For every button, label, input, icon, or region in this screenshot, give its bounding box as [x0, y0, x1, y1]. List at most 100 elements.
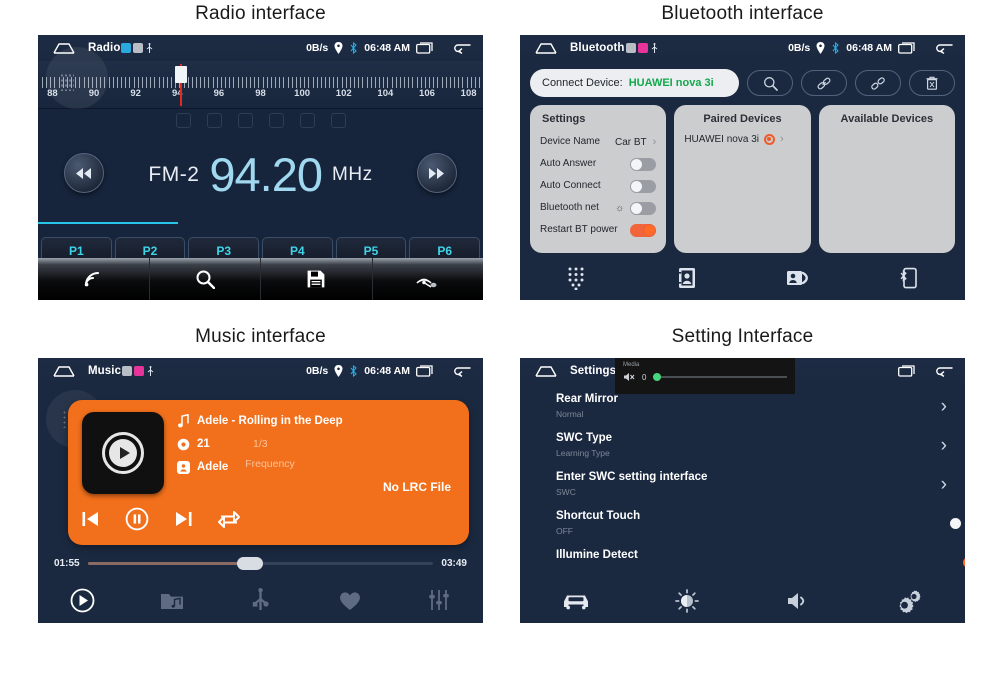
- music-folder-tab[interactable]: [127, 590, 216, 610]
- bt-setting-row[interactable]: Restart BT power: [540, 219, 657, 241]
- recents-icon[interactable]: [898, 365, 916, 377]
- dial-needle[interactable]: [174, 64, 187, 106]
- chevron-right-icon[interactable]: ›: [653, 136, 657, 148]
- dial-needle-knob[interactable]: [174, 66, 187, 83]
- toggle-knob: [644, 224, 656, 236]
- app-badge-cyan-icon: [121, 43, 132, 53]
- dial-tick: [416, 77, 418, 88]
- chevron-right-icon[interactable]: ›: [941, 396, 947, 418]
- dial-tick: [366, 77, 368, 88]
- recents-icon[interactable]: [416, 365, 434, 377]
- paired-device-item[interactable]: HUAWEI nova 3i ›: [684, 131, 800, 147]
- home-icon[interactable]: [534, 41, 558, 55]
- volume-mute-icon: [624, 373, 635, 381]
- connect-device-field[interactable]: Connect Device: HUAWEI nova 3i: [530, 69, 740, 97]
- preset-name: P5: [363, 244, 379, 258]
- bt-setting-toggle[interactable]: [630, 201, 657, 215]
- bluetooth-settings-card: Settings Device Name Car BT › Auto Answer Au…: [530, 105, 667, 253]
- bt-setting-toggle[interactable]: [630, 179, 657, 193]
- settings-row-title: Rear Mirror: [556, 393, 618, 405]
- dial-tick: [225, 77, 227, 88]
- radio-band-button[interactable]: [38, 258, 150, 300]
- dial-tick: [166, 77, 168, 88]
- music-play-tab[interactable]: [38, 588, 127, 613]
- settings-car-tab[interactable]: [520, 591, 631, 611]
- music-badge-icon: [134, 366, 145, 376]
- settings-gears-tab[interactable]: [854, 589, 965, 613]
- volume-slider-knob[interactable]: [653, 373, 662, 381]
- settings-row[interactable]: Shortcut Touch OFF: [520, 505, 965, 544]
- settings-screen: Settings Media 0 Rear Mirror Normal › SWC T…: [520, 358, 965, 623]
- dial-tick: [270, 77, 272, 88]
- seek-slider[interactable]: [87, 557, 434, 570]
- tune-up-button[interactable]: [417, 153, 457, 193]
- dial-tick: [162, 77, 164, 88]
- bt-setting-toggle[interactable]: [630, 223, 657, 237]
- dial-tick: [187, 77, 189, 88]
- settings-row-subtitle: SWC: [556, 486, 576, 497]
- back-icon[interactable]: [934, 365, 953, 377]
- location-icon: [816, 42, 825, 54]
- bt-setting-row[interactable]: Bluetooth net ☼: [540, 197, 657, 219]
- music-usb-tab[interactable]: [216, 588, 305, 612]
- bt-connect-button[interactable]: [801, 70, 848, 96]
- volume-slider[interactable]: [653, 373, 787, 381]
- sd-card-icon: [133, 43, 144, 53]
- pause-button[interactable]: [125, 507, 149, 531]
- bt-setting-row[interactable]: Auto Connect: [540, 175, 657, 197]
- dial-tick: [108, 77, 110, 88]
- album-art[interactable]: [82, 412, 164, 494]
- dialpad-button[interactable]: [520, 266, 631, 290]
- music-equalizer-tab[interactable]: [394, 589, 483, 611]
- settings-row[interactable]: SWC Type Learning Type ›: [520, 427, 965, 466]
- call-log-button[interactable]: [743, 269, 854, 287]
- bt-setting-row[interactable]: Auto Answer: [540, 153, 657, 175]
- dial-tick: [200, 77, 202, 88]
- album-row: 21: [176, 437, 459, 451]
- radio-scan-button[interactable]: [150, 258, 261, 300]
- bt-search-button[interactable]: [747, 70, 794, 96]
- radio-save-button[interactable]: [261, 258, 373, 300]
- home-icon[interactable]: [52, 364, 76, 378]
- music-favorite-tab[interactable]: [305, 590, 394, 611]
- dial-tick: [229, 77, 231, 88]
- recents-icon[interactable]: [898, 42, 916, 54]
- bt-setting-row[interactable]: Device Name Car BT ›: [540, 131, 656, 153]
- seek-knob[interactable]: [237, 557, 264, 570]
- settings-volume-tab[interactable]: [743, 591, 854, 611]
- volume-row: 0: [623, 371, 787, 383]
- chevron-right-icon[interactable]: ›: [941, 474, 947, 496]
- bt-disconnect-button[interactable]: [855, 70, 902, 96]
- chevron-right-icon[interactable]: ›: [941, 435, 947, 457]
- ghost-icon: [175, 113, 191, 128]
- repeat-button[interactable]: [218, 510, 240, 529]
- previous-track-button[interactable]: [82, 511, 99, 527]
- radio-frequency-dial[interactable]: 88 90 92 94 96 98 100 102 104 106 108: [38, 47, 483, 109]
- home-icon[interactable]: [534, 364, 558, 378]
- radio-rds-button[interactable]: [373, 258, 484, 300]
- dial-tick: [424, 77, 426, 88]
- bluetooth-phone-button[interactable]: [854, 267, 965, 289]
- next-track-button[interactable]: [175, 511, 192, 527]
- bt-delete-button[interactable]: [909, 70, 956, 96]
- dial-tick: [345, 77, 347, 88]
- settings-row[interactable]: Illumine Detect: [520, 544, 965, 583]
- bluetooth-bottom-dock: [520, 256, 965, 300]
- bt-settings-title: Settings: [542, 113, 586, 125]
- recents-icon[interactable]: [416, 42, 434, 54]
- dial-tick: [291, 77, 293, 88]
- bt-setting-toggle[interactable]: [630, 157, 657, 171]
- back-icon[interactable]: [452, 42, 471, 54]
- settings-row[interactable]: Enter SWC setting interface SWC ›: [520, 466, 965, 505]
- settings-brightness-tab[interactable]: [631, 589, 742, 613]
- back-icon[interactable]: [452, 365, 471, 377]
- dial-number: 106: [419, 88, 435, 99]
- bt-paired-title: Paired Devices: [703, 113, 782, 125]
- contacts-button[interactable]: [631, 267, 742, 289]
- back-icon[interactable]: [934, 42, 953, 54]
- dial-tick: [470, 77, 472, 88]
- extra-label: Frequency: [245, 458, 295, 470]
- track-metadata: Adele - Rolling in the Deep 21 Adele: [176, 414, 459, 483]
- dial-tick: [433, 77, 435, 88]
- chevron-right-icon[interactable]: ›: [780, 133, 784, 145]
